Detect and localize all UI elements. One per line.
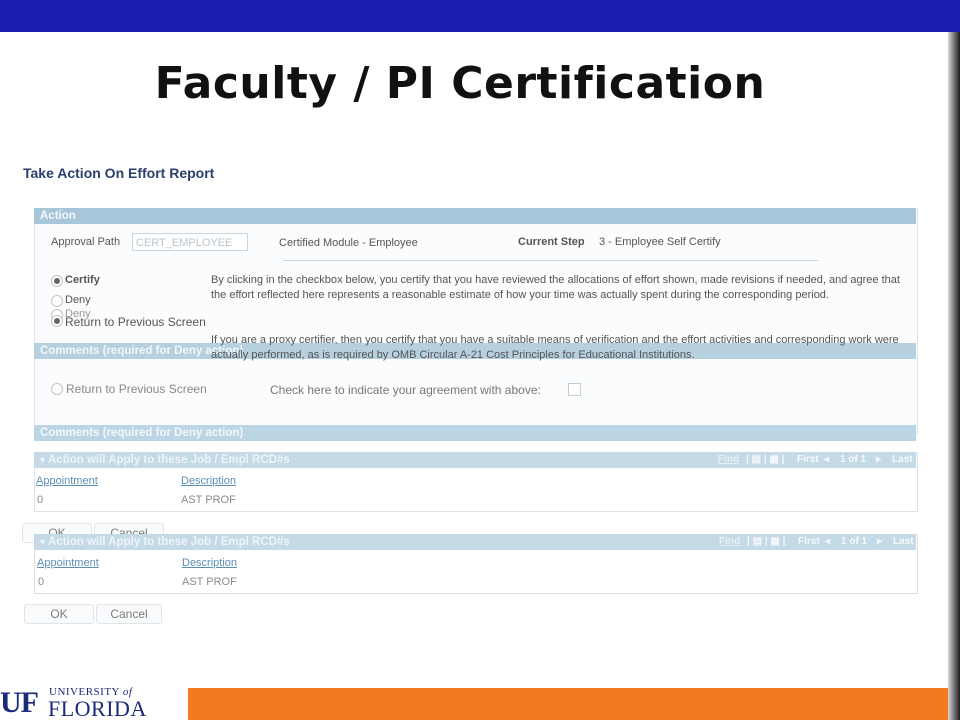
comments-section-bar: Comments (required for Deny action) xyxy=(34,425,916,441)
collapse-icon[interactable]: ▼ xyxy=(38,452,47,468)
job-grid-2-title: Action will Apply to these Job / Empl RC… xyxy=(48,536,290,548)
agreement-checkbox[interactable] xyxy=(568,383,581,396)
grid-nav-icons[interactable]: | ▤ | ▦ | xyxy=(746,452,784,468)
job-grid-header: ▼ Action will Apply to these Job / Empl … xyxy=(34,452,916,468)
next-arrow-icon-2[interactable]: ▸ xyxy=(877,534,882,550)
action-section-bar: Action xyxy=(34,208,916,224)
prev-arrow-icon-2[interactable]: ◂ xyxy=(825,534,830,550)
certification-statement: By clicking in the checkbox below, you c… xyxy=(211,274,900,301)
comments-title: Comments (required for Deny action) xyxy=(40,427,244,439)
current-step-value: 3 - Employee Self Certify xyxy=(599,236,721,248)
appointment-cell: 0 xyxy=(37,494,44,506)
appointment-column-header[interactable]: Appointment xyxy=(36,475,98,487)
certify-label: Certify xyxy=(65,274,100,286)
last-link-2[interactable]: Last xyxy=(893,534,914,550)
last-link[interactable]: Last xyxy=(892,452,913,468)
deny-label: Deny xyxy=(65,294,91,306)
module-label: Certified Module - Employee xyxy=(279,237,418,249)
job-grid-title: Action will Apply to these Job / Empl RC… xyxy=(48,454,290,466)
first-link[interactable]: First xyxy=(797,452,819,468)
grid-nav-icons-2[interactable]: | ▤ | ▦ | xyxy=(747,534,785,550)
return-label-ghost: Return to Previous Screen xyxy=(66,382,207,396)
current-step-label: Current Step xyxy=(518,236,585,248)
slide-title: Faculty / PI Certification xyxy=(154,58,766,109)
pager-count: 1 of 1 xyxy=(840,454,867,465)
description-cell-2: AST PROF xyxy=(182,576,237,588)
description-column-header[interactable]: Description xyxy=(181,475,236,487)
description-column-header-2[interactable]: Description xyxy=(182,557,237,569)
uf-logo: UF UNIVERSITY of FLORIDA xyxy=(0,686,147,721)
approval-path-field: CERT_EMPLOYEE xyxy=(132,233,248,251)
collapse-icon-2[interactable]: ▼ xyxy=(38,534,47,550)
prev-arrow-icon[interactable]: ◂ xyxy=(824,452,829,468)
appointment-column-header-2[interactable]: Appointment xyxy=(37,557,99,569)
top-blue-bar xyxy=(0,0,960,32)
certify-radio[interactable] xyxy=(51,275,63,287)
deny-radio[interactable] xyxy=(51,295,63,307)
slide-edge xyxy=(948,32,960,720)
ok-button[interactable]: OK xyxy=(24,604,94,624)
return-radio-ghost[interactable] xyxy=(51,383,63,395)
first-link-2[interactable]: First xyxy=(798,534,820,550)
find-link[interactable]: Find xyxy=(718,452,739,468)
return-label: Return to Previous Screen xyxy=(65,315,206,329)
approval-path-label: Approval Path xyxy=(51,236,121,248)
job-grid-2-header: ▼ Action will Apply to these Job / Empl … xyxy=(34,534,916,550)
agreement-label: Check here to indicate your agreement wi… xyxy=(270,383,541,397)
appointment-cell-2: 0 xyxy=(38,576,45,588)
cancel-button[interactable]: Cancel xyxy=(96,604,162,624)
action-section-title: Action xyxy=(40,210,76,222)
proxy-statement: If you are a proxy certifier, then you c… xyxy=(211,334,899,361)
footer-orange-bar xyxy=(188,688,948,720)
find-link-2[interactable]: Find xyxy=(719,534,740,550)
return-radio[interactable] xyxy=(51,315,63,327)
pager-count-2: 1 of 1 xyxy=(841,536,868,547)
description-cell: AST PROF xyxy=(181,494,236,506)
divider xyxy=(283,260,818,261)
page-header: Take Action On Effort Report xyxy=(23,165,215,181)
next-arrow-icon[interactable]: ▸ xyxy=(876,452,881,468)
